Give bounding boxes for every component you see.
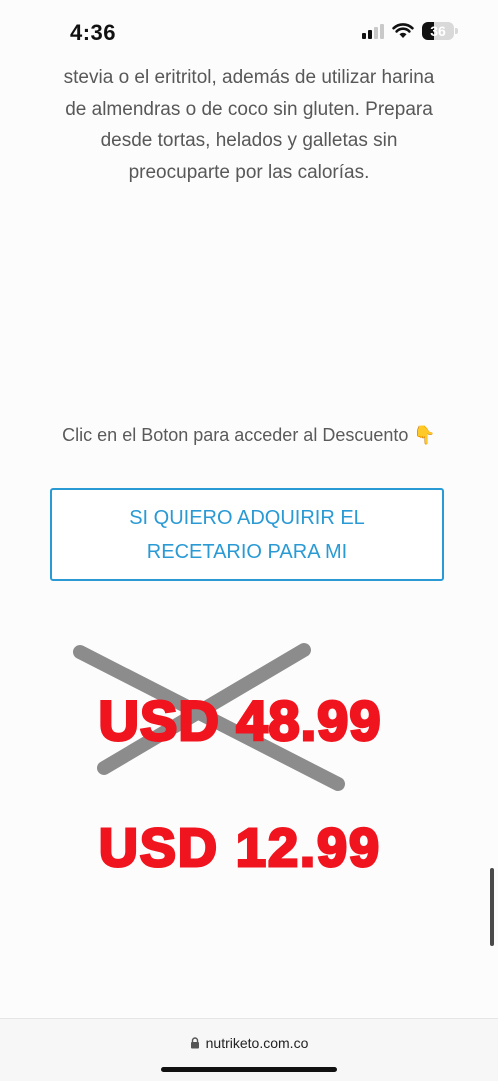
intro-line: preocuparte por las calorías. <box>128 161 370 183</box>
battery-percent: 36 <box>430 23 446 39</box>
status-bar: 4:36 36 <box>0 0 498 60</box>
url-text: nutriketo.com.co <box>205 1035 309 1051</box>
url-bar[interactable]: nutriketo.com.co <box>0 1035 498 1051</box>
cellular-signal-icon <box>362 23 384 39</box>
status-icons: 36 <box>362 22 458 40</box>
intro-line: de almendras o de coco sin gluten. Prepa… <box>65 98 433 120</box>
scrollbar-thumb[interactable] <box>490 868 494 946</box>
intro-line: stevia o el eritritol, además de utiliza… <box>63 67 435 88</box>
discount-instruction-text: Clic en el Boton para acceder al Descuen… <box>62 425 409 445</box>
discount-instruction: Clic en el Boton para acceder al Descuen… <box>0 425 498 446</box>
old-price: USD 48.99 <box>99 689 382 752</box>
intro-paragraph: stevia o el eritritol, además de utiliza… <box>40 62 458 188</box>
price-graphic: USD 48.99 USD 12.99 <box>73 643 382 880</box>
new-price: USD 12.99 <box>99 818 381 878</box>
lock-icon <box>190 1037 199 1049</box>
buy-recipe-book-button[interactable]: SI QUIERO ADQUIRIR EL RECETARIO PARA MI <box>50 488 444 581</box>
home-indicator[interactable] <box>161 1067 337 1072</box>
status-time: 4:36 <box>70 20 117 45</box>
browser-bottom-bar: nutriketo.com.co <box>0 1018 498 1081</box>
intro-line: desde tortas, helados y galletas sin <box>100 130 398 151</box>
wifi-icon <box>392 23 414 38</box>
pointing-down-icon: 👇 <box>413 425 436 445</box>
battery-icon: 36 <box>422 22 458 40</box>
buy-recipe-book-button-label: SI QUIERO ADQUIRIR EL RECETARIO PARA MI <box>129 506 365 563</box>
